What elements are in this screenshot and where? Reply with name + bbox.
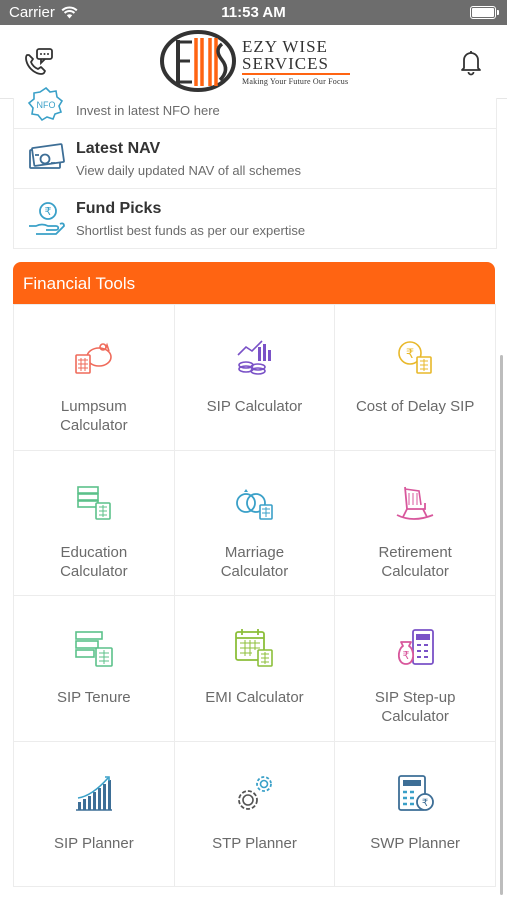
- menu-item-latest-nav[interactable]: Latest NAV View daily updated NAV of all…: [14, 128, 496, 189]
- calendar-calculator-icon: [235, 629, 274, 667]
- investment-menu: NFO Invest in latest NFO here Latest NAV…: [13, 86, 497, 249]
- bag-calculator-icon: ₹: [398, 629, 435, 665]
- piggy-calculator-icon: [75, 342, 112, 374]
- tool-label: SWP Planner: [370, 834, 461, 852]
- clock: 11:53 AM: [221, 4, 286, 21]
- logo-mark-icon: [160, 30, 236, 92]
- nfo-icon: NFO: [27, 86, 64, 122]
- tool-label: Education Calculator: [60, 543, 128, 580]
- tool-label: Lumpsum Calculator: [60, 398, 128, 434]
- tool-emi-calculator[interactable]: EMI Calculator: [174, 596, 336, 742]
- tool-label: EMI Calculator: [205, 689, 304, 706]
- coins-chart-icon: [237, 340, 272, 375]
- contact-button[interactable]: [18, 42, 58, 82]
- rocking-chair-icon: [396, 486, 434, 520]
- svg-text:₹: ₹: [422, 798, 428, 809]
- tool-label: Cost of Delay SIP: [355, 398, 475, 415]
- logo-title-line1: EZY WISE: [242, 37, 328, 56]
- tool-sip-step-up-calculator[interactable]: ₹ SIP Step-up Calculator: [335, 596, 496, 742]
- scrollbar[interactable]: [500, 355, 503, 895]
- tool-label: SIP Tenure: [56, 689, 131, 706]
- logo-title-line2: SERVICES: [242, 54, 329, 73]
- phone-chat-icon: [25, 48, 53, 75]
- tool-label: SIP Step-up Calculator: [374, 689, 456, 725]
- tool-sip-tenure[interactable]: SIP Tenure: [14, 596, 175, 742]
- rings-calculator-icon: [236, 488, 274, 520]
- tool-label: SIP Calculator: [206, 398, 303, 415]
- rupee-calculator-icon: ₹: [398, 341, 432, 374]
- rupee-hand-icon: ₹: [29, 202, 65, 235]
- tool-label: Marriage Calculator: [220, 543, 289, 580]
- svg-text:₹: ₹: [45, 205, 52, 218]
- svg-text:₹: ₹: [406, 347, 414, 362]
- status-bar: Carrier 11:53 AM: [0, 0, 507, 25]
- tool-sip-calculator[interactable]: SIP Calculator: [174, 305, 336, 451]
- app-header: EZY WISE SERVICES Making Your Future Our…: [0, 25, 507, 99]
- svg-text:₹: ₹: [403, 649, 410, 662]
- bell-icon: [461, 51, 481, 76]
- menu-item-latest-nav-subtitle: View daily updated NAV of all schemes: [76, 163, 301, 178]
- tool-swp-planner[interactable]: ₹ SWP Planner: [335, 741, 496, 887]
- menu-item-fund-picks-subtitle: Shortlist best funds as per our expertis…: [76, 223, 306, 238]
- brand-logo: EZY WISE SERVICES Making Your Future Our…: [160, 30, 350, 94]
- growth-bars-icon: [75, 775, 112, 811]
- menu-item-nfo[interactable]: NFO Invest in latest NFO here: [14, 86, 496, 129]
- tool-lumpsum-calculator[interactable]: Lumpsum Calculator: [14, 305, 175, 451]
- financial-tools-grid: Lumpsum Calculator SIP Calculator ₹ Cost…: [13, 304, 496, 887]
- tool-sip-planner[interactable]: SIP Planner: [14, 741, 175, 887]
- tool-retirement-calculator[interactable]: Retirement Calculator: [335, 450, 496, 596]
- gears-icon: [238, 775, 273, 810]
- battery-icon: [470, 6, 499, 19]
- tool-label: STP Planner: [212, 834, 297, 852]
- calculator-rupee-icon: ₹: [398, 774, 435, 811]
- financial-tools-title: Financial Tools: [23, 274, 136, 293]
- financial-tools-header: Financial Tools: [13, 262, 495, 304]
- menu-item-fund-picks-title: Fund Picks: [76, 200, 162, 217]
- tool-education-calculator[interactable]: Education Calculator: [14, 450, 175, 596]
- logo-tagline: Making Your Future Our Focus: [242, 77, 349, 86]
- tenure-calculator-icon: [75, 631, 113, 667]
- menu-item-fund-picks[interactable]: ₹ Fund Picks Shortlist best funds as per…: [14, 188, 496, 249]
- notifications-button[interactable]: [451, 42, 491, 82]
- menu-item-latest-nav-title: Latest NAV: [76, 140, 161, 157]
- money-icon: [29, 143, 65, 169]
- tool-stp-planner[interactable]: STP Planner: [174, 741, 336, 887]
- menu-item-nfo-subtitle: Invest in latest NFO here: [76, 103, 220, 118]
- tool-label: SIP Planner: [53, 834, 134, 852]
- tool-marriage-calculator[interactable]: Marriage Calculator: [174, 450, 336, 596]
- svg-text:NFO: NFO: [37, 100, 56, 110]
- books-calculator-icon: [77, 485, 111, 520]
- tool-label: Retirement Calculator: [378, 543, 452, 580]
- tool-cost-of-delay-sip[interactable]: ₹ Cost of Delay SIP: [335, 305, 496, 451]
